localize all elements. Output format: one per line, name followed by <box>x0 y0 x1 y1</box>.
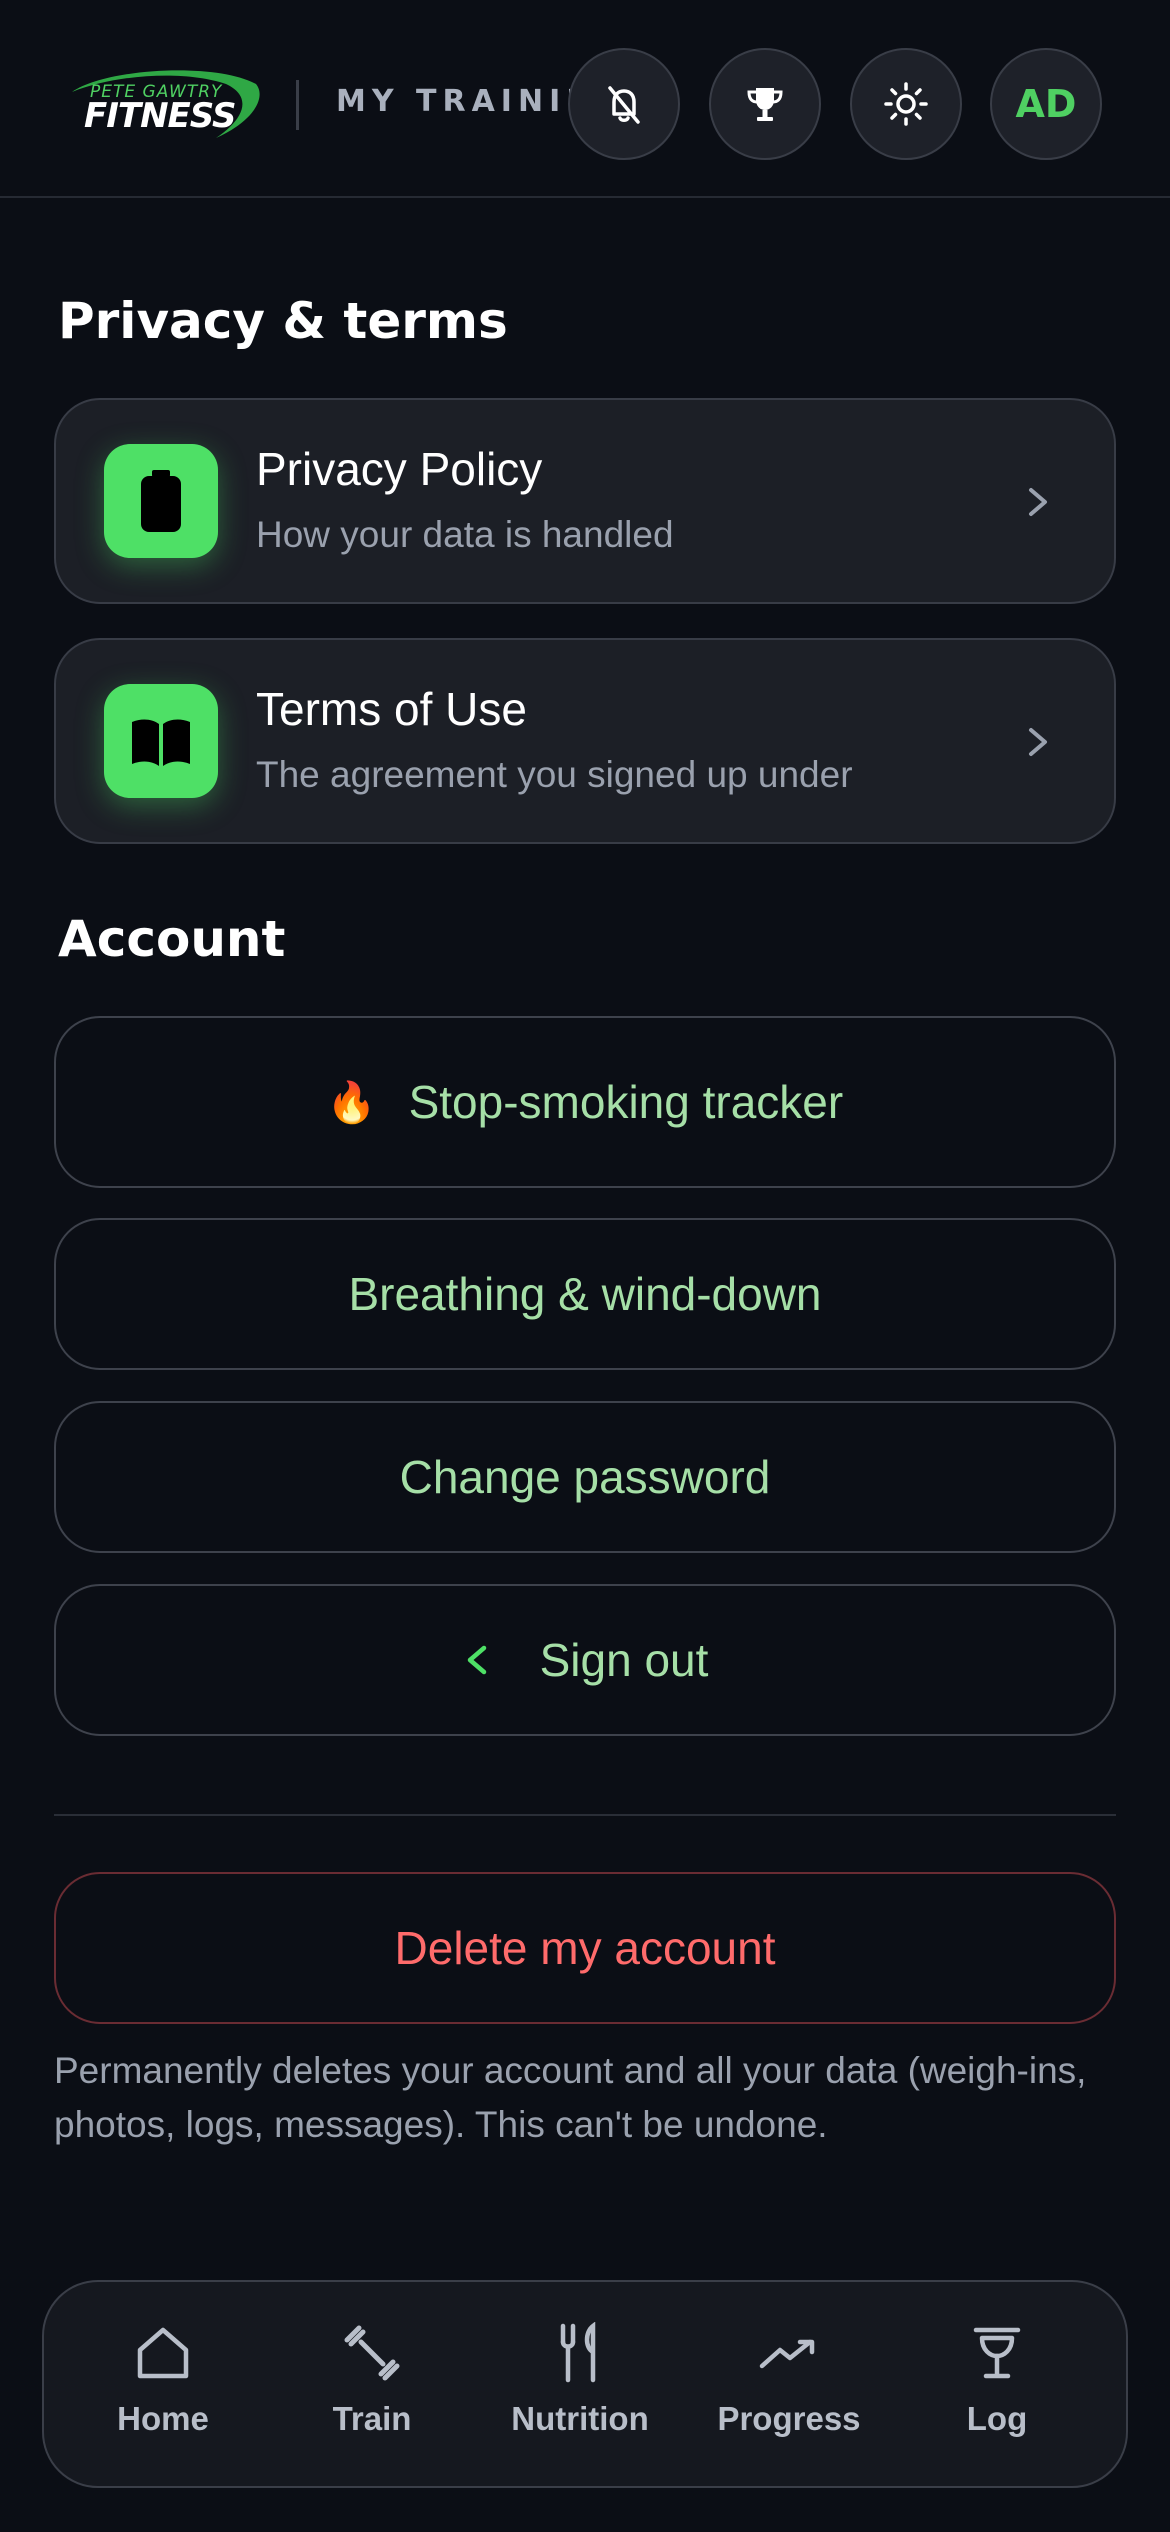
delete-account-label: Delete my account <box>394 1922 776 1974</box>
bottom-navigation: Home Train Nutrition Progress Log <box>42 2280 1128 2488</box>
profile-avatar-button[interactable]: AD <box>990 48 1102 160</box>
bell-off-icon <box>608 86 640 124</box>
nav-item-progress[interactable]: Progress <box>694 2322 884 2452</box>
fork-knife-icon <box>560 2322 596 2383</box>
nav-label-home: Home <box>117 2400 209 2437</box>
battery-icon <box>141 470 181 532</box>
nav-label-log: Log <box>966 2400 1028 2437</box>
chevron-left-icon <box>467 1645 486 1675</box>
change-password-button[interactable]: Change password <box>54 1401 1116 1553</box>
privacy-icon-tile <box>104 444 218 558</box>
fire-icon: 🔥 <box>326 1080 377 1125</box>
change-password-label: Change password <box>399 1451 771 1503</box>
chevron-right-icon <box>1029 728 1047 756</box>
sun-icon <box>884 82 928 126</box>
nav-item-log[interactable]: Log <box>902 2322 1092 2452</box>
sign-out-button[interactable]: Sign out <box>54 1584 1116 1736</box>
header-divider <box>296 80 299 130</box>
nav-label-progress: Progress <box>717 2400 861 2437</box>
sign-out-label: Sign out <box>539 1634 709 1686</box>
brand-logo[interactable]: PETE GAWTRY FITNESS <box>66 62 266 142</box>
notifications-off-button[interactable] <box>568 48 680 160</box>
trophy-icon <box>747 88 783 121</box>
book-icon <box>132 719 190 766</box>
home-icon <box>137 2327 189 2379</box>
stop-smoking-label: Stop-smoking tracker <box>408 1076 844 1128</box>
nav-label-train: Train <box>332 2400 412 2437</box>
breathing-label: Breathing & wind-down <box>348 1268 822 1320</box>
stop-smoking-tracker-button[interactable]: 🔥 Stop-smoking tracker <box>54 1016 1116 1188</box>
breathing-wind-down-button[interactable]: Breathing & wind-down <box>54 1218 1116 1370</box>
trend-up-icon <box>759 2339 815 2369</box>
terms-icon-tile <box>104 684 218 798</box>
achievements-button[interactable] <box>709 48 821 160</box>
terms-of-use-subtitle: The agreement you signed up under <box>256 754 853 795</box>
account-section-title: Account <box>58 910 286 968</box>
logo-main-text: FITNESS <box>84 96 237 136</box>
nav-label-nutrition: Nutrition <box>511 2400 649 2437</box>
delete-account-note: Permanently deletes your account and all… <box>54 2050 1087 2145</box>
privacy-policy-card[interactable]: Privacy Policy How your data is handled <box>54 398 1116 604</box>
delete-account-button[interactable]: Delete my account <box>54 1872 1116 2024</box>
chevron-right-icon <box>1029 488 1047 516</box>
privacy-policy-subtitle: How your data is handled <box>256 514 674 555</box>
dumbbell-icon <box>344 2325 400 2381</box>
terms-of-use-title: Terms of Use <box>256 683 527 735</box>
privacy-section-title: Privacy & terms <box>58 292 508 350</box>
nav-item-home[interactable]: Home <box>68 2322 258 2452</box>
nav-item-train[interactable]: Train <box>277 2322 467 2452</box>
app-header: PETE GAWTRY FITNESS MY TRAINING AD <box>0 0 1170 198</box>
privacy-policy-title: Privacy Policy <box>256 443 543 495</box>
nav-item-nutrition[interactable]: Nutrition <box>485 2322 675 2452</box>
scale-icon <box>973 2327 1021 2379</box>
section-divider <box>54 1814 1116 1816</box>
theme-toggle-button[interactable] <box>850 48 962 160</box>
terms-of-use-card[interactable]: Terms of Use The agreement you signed up… <box>54 638 1116 844</box>
